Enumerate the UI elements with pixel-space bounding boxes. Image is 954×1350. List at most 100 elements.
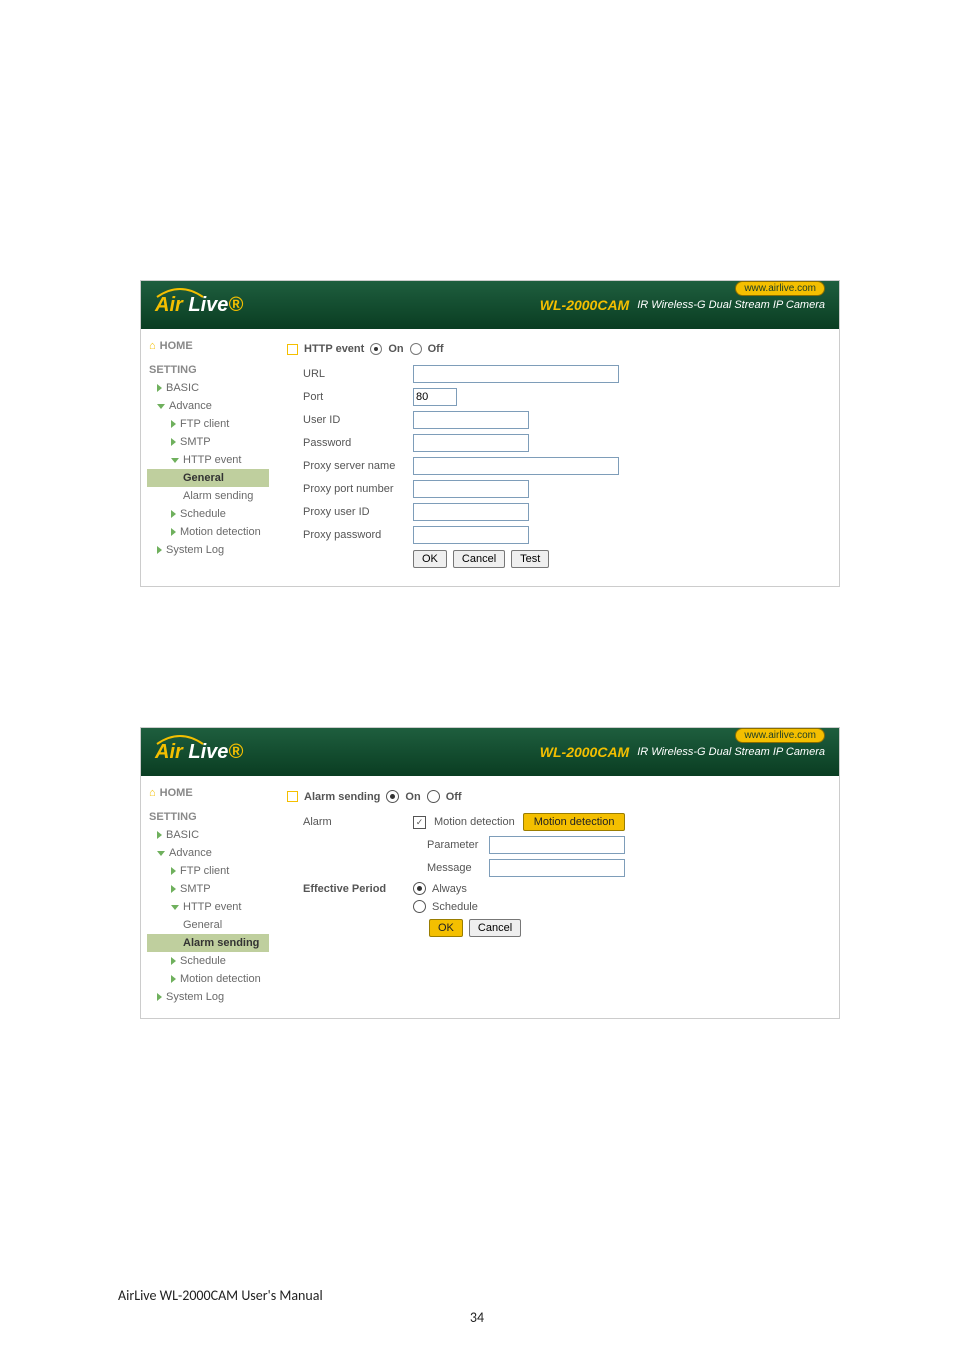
section-title: Alarm sending On Off [287,790,827,803]
label-proxy-password: Proxy password [303,529,413,541]
chevron-right-icon [171,438,176,446]
input-message[interactable] [489,859,625,877]
nav-home[interactable]: ⌂ HOME [147,337,269,355]
label-proxy-user: Proxy user ID [303,506,413,518]
nav-ftp[interactable]: FTP client [147,415,269,433]
nav-syslog[interactable]: System Log [147,988,269,1006]
nav-http-event[interactable]: HTTP event [147,451,269,469]
nav-advance[interactable]: Advance [147,844,269,862]
chevron-down-icon [157,851,165,856]
motion-detection-label: Motion detection [434,816,515,828]
tagline: IR Wireless-G Dual Stream IP Camera [637,299,825,311]
panel-header: Air Live® www.airlive.com WL-2000CAM IR … [141,728,839,776]
chevron-right-icon [171,885,176,893]
label-proxy-server: Proxy server name [303,460,413,472]
nav-ftp[interactable]: FTP client [147,862,269,880]
sidebar: ⌂ HOME SETTING BASIC Advance FTP client … [141,329,275,586]
input-userid[interactable] [413,411,529,429]
url-badge: www.airlive.com [735,728,825,743]
logo-arc-icon [155,285,205,299]
chevron-down-icon [171,905,179,910]
logo-arc-icon [155,732,205,746]
radio-on[interactable] [370,343,382,355]
label-message: Message [427,862,489,874]
tagline: IR Wireless-G Dual Stream IP Camera [637,746,825,758]
motion-detection-button[interactable]: Motion detection [523,813,626,831]
screenshot-alarm-sending: Air Live® www.airlive.com WL-2000CAM IR … [140,727,840,1019]
ok-button[interactable]: OK [413,550,447,568]
nav-advance[interactable]: Advance [147,397,269,415]
home-icon: ⌂ [149,787,156,799]
nav-smtp[interactable]: SMTP [147,880,269,898]
nav-basic[interactable]: BASIC [147,379,269,397]
input-proxy-password[interactable] [413,526,529,544]
label-password: Password [303,437,413,449]
nav-setting-head: SETTING [147,361,269,379]
content-http-event: HTTP event On Off URL Port User ID Passw… [275,329,839,586]
square-icon [287,344,298,355]
nav-motion[interactable]: Motion detection [147,970,269,988]
nav-home[interactable]: ⌂ HOME [147,784,269,802]
footer-text: AirLive WL-2000CAM User's Manual [118,1287,323,1304]
panel-header: Air Live® www.airlive.com WL-2000CAM IR … [141,281,839,329]
square-icon [287,791,298,802]
input-parameter[interactable] [489,836,625,854]
chevron-right-icon [157,993,162,1001]
input-port[interactable] [413,388,457,406]
chevron-right-icon [171,528,176,536]
chevron-right-icon [171,510,176,518]
cancel-button[interactable]: Cancel [453,550,505,568]
nav-syslog[interactable]: System Log [147,541,269,559]
home-icon: ⌂ [149,340,156,352]
ok-button[interactable]: OK [429,919,463,937]
nav-smtp[interactable]: SMTP [147,433,269,451]
nav-setting-head: SETTING [147,808,269,826]
chevron-down-icon [157,404,165,409]
sidebar: ⌂ HOME SETTING BASIC Advance FTP client … [141,776,275,1018]
radio-off[interactable] [427,790,440,803]
cancel-button[interactable]: Cancel [469,919,521,937]
input-password[interactable] [413,434,529,452]
chevron-right-icon [171,420,176,428]
input-proxy-port[interactable] [413,480,529,498]
label-parameter: Parameter [427,839,489,851]
checkbox-motion[interactable]: ✓ [413,816,426,829]
model-label: WL-2000CAM [540,744,629,760]
input-proxy-user[interactable] [413,503,529,521]
label-port: Port [303,391,413,403]
label-proxy-port: Proxy port number [303,483,413,495]
chevron-right-icon [171,975,176,983]
nav-schedule[interactable]: Schedule [147,505,269,523]
chevron-right-icon [171,957,176,965]
chevron-right-icon [157,831,162,839]
label-url: URL [303,368,413,380]
radio-always[interactable] [413,882,426,895]
chevron-right-icon [171,867,176,875]
nav-alarm-sending[interactable]: Alarm sending [147,934,269,952]
nav-http-event[interactable]: HTTP event [147,898,269,916]
chevron-down-icon [171,458,179,463]
test-button[interactable]: Test [511,550,549,568]
nav-general[interactable]: General [147,916,269,934]
nav-basic[interactable]: BASIC [147,826,269,844]
chevron-right-icon [157,546,162,554]
nav-alarm-sending[interactable]: Alarm sending [147,487,269,505]
nav-general[interactable]: General [147,469,269,487]
page-number: 34 [0,1309,954,1326]
nav-schedule[interactable]: Schedule [147,952,269,970]
input-proxy-server[interactable] [413,457,619,475]
label-effective-period: Effective Period [303,883,413,895]
label-alarm: Alarm [303,816,413,828]
chevron-right-icon [157,384,162,392]
label-userid: User ID [303,414,413,426]
input-url[interactable] [413,365,619,383]
nav-motion[interactable]: Motion detection [147,523,269,541]
content-alarm-sending: Alarm sending On Off Alarm ✓ Motion dete… [275,776,839,1018]
model-label: WL-2000CAM [540,297,629,313]
radio-schedule[interactable] [413,900,426,913]
url-badge: www.airlive.com [735,281,825,296]
screenshot-http-event: Air Live® www.airlive.com WL-2000CAM IR … [140,280,840,587]
radio-on[interactable] [386,790,399,803]
section-title: HTTP event On Off [287,343,827,355]
radio-off[interactable] [410,343,422,355]
